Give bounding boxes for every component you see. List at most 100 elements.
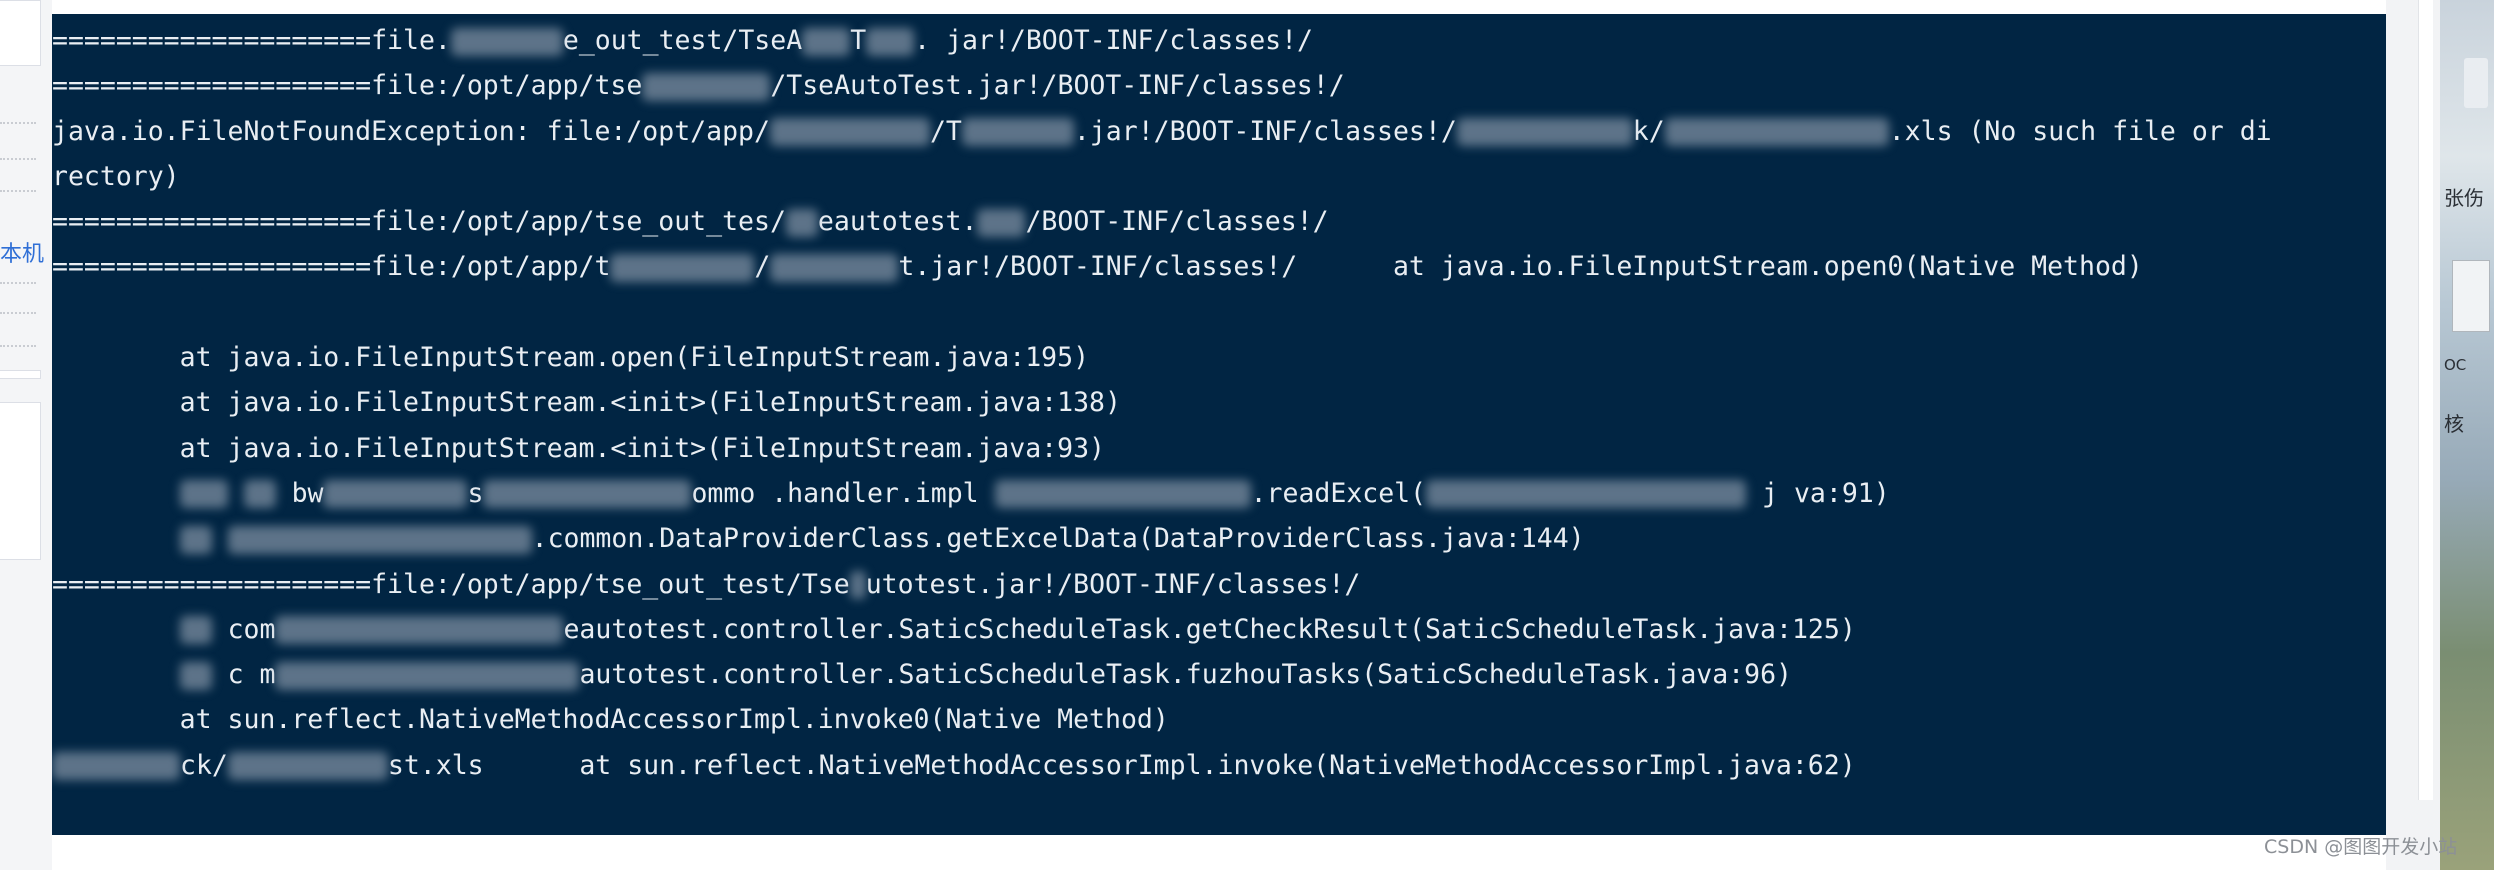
terminal-text: st.xls at sun.reflect.NativeMethodAccess…	[387, 749, 1856, 781]
terminal-text: com	[211, 613, 276, 645]
terminal-text: /BOOT-INF/classes!/	[1025, 206, 1329, 238]
redacted-text	[179, 661, 212, 690]
divider	[0, 122, 36, 124]
scrollbar[interactable]	[2418, 0, 2433, 800]
app-icon[interactable]	[2464, 58, 2488, 108]
redacted-text	[994, 480, 1251, 509]
terminal-text: j va:91)	[1746, 477, 1890, 509]
terminal-text: .jar!/BOOT-INF/classes!/	[1073, 115, 1457, 147]
terminal-line: .common.DataProviderClass.getExcelData(D…	[52, 516, 2386, 561]
divider	[0, 282, 36, 284]
terminal-text: ommo .handler.impl	[691, 477, 995, 509]
redacted-text	[1456, 118, 1633, 147]
redacted-text	[179, 480, 228, 509]
terminal-text: utotest.jar!/BOOT-INF/classes!/	[865, 568, 1361, 600]
right-label-3: 核	[2444, 412, 2464, 436]
terminal-line: bw s ommo .handler.impl .readExcel( j va:9…	[52, 471, 2386, 516]
terminal-text: ====================file:/opt/app/tse	[52, 70, 643, 102]
terminal-line: ====================file:/opt/app/tse_ou…	[52, 199, 2386, 244]
sidebar-panel-middle	[0, 370, 41, 379]
terminal-text: ====================file:/opt/app/tse_ou…	[52, 568, 850, 600]
terminal-line: at java.io.FileInputStream.open(FileInpu…	[52, 335, 2386, 380]
terminal-text: /TseAutoTest.jar!/BOOT-INF/classes!/	[770, 70, 1345, 102]
right-label-1: 张伤	[2444, 186, 2484, 210]
sidebar-panel-top	[0, 0, 41, 66]
terminal-text: at java.io.FileInputStream.<init>(FileIn…	[52, 387, 1121, 419]
redacted-text	[275, 661, 580, 690]
sidebar-label[interactable]: 本机	[0, 236, 44, 268]
terminal-output[interactable]: ====================file. e_out_test/TseA…	[52, 14, 2386, 835]
redacted-text	[483, 480, 692, 509]
terminal-text: bw	[275, 477, 324, 509]
terminal-text: e_out_test/TseA	[562, 25, 803, 56]
terminal-line: ====================file:/opt/app/tse_ou…	[52, 562, 2386, 607]
redacted-text	[866, 27, 915, 56]
redacted-text	[227, 525, 532, 554]
terminal-text: at sun.reflect.NativeMethodAccessorImpl.…	[52, 704, 1169, 736]
terminal-text: t.jar!/BOOT-INF/classes!/ at java.io.Fil…	[898, 251, 2143, 283]
redacted-text	[610, 253, 755, 282]
terminal-text: /T	[929, 115, 962, 147]
redacted-text	[642, 72, 771, 101]
terminal-text: ====================file.	[52, 25, 451, 56]
terminal-text: /	[754, 251, 771, 283]
divider	[0, 312, 36, 314]
divider	[0, 345, 36, 347]
terminal-text: ====================file:/opt/app/tse_ou…	[52, 206, 786, 238]
terminal-text: at java.io.FileInputStream.open(FileInpu…	[52, 342, 1090, 374]
terminal-line: at java.io.FileInputStream.<init>(FileIn…	[52, 426, 2386, 471]
terminal-line: rectory)	[52, 154, 2386, 199]
redacted-text	[977, 208, 1026, 237]
terminal-line: c m autotest.controller.SaticScheduleTask…	[52, 652, 2386, 697]
terminal-line: ====================file:/opt/app/tse/Ts…	[52, 63, 2386, 108]
terminal-text: ====================file:/opt/app/t	[52, 251, 611, 283]
redacted-text	[785, 208, 818, 237]
terminal-text: . jar!/BOOT-INF/classes!/	[914, 25, 1314, 56]
redacted-text	[1664, 118, 1889, 147]
terminal-line: java.io.FileNotFoundException: file:/opt…	[52, 109, 2386, 154]
right-label-2: OC	[2444, 356, 2467, 374]
sidebar-panel-bottom	[0, 402, 41, 560]
document-icon[interactable]	[2452, 260, 2490, 332]
terminal-text: k/	[1632, 115, 1665, 147]
terminal-text: .xls (No such file or di	[1888, 115, 2272, 147]
redacted-text	[770, 253, 899, 282]
desktop-background: 张伤 OC 核	[2440, 0, 2494, 870]
host-window-edge	[2386, 0, 2440, 870]
terminal-text: eautotest.controller.SaticScheduleTask.g…	[563, 613, 1856, 645]
terminal-text: eautotest.	[817, 206, 978, 238]
terminal-text: ck/	[180, 749, 228, 781]
terminal-text: autotest.controller.SaticScheduleTask.fu…	[579, 659, 1792, 691]
terminal-line: at java.io.FileInputStream.<init>(FileIn…	[52, 380, 2386, 425]
redacted-text	[275, 616, 564, 645]
terminal-line: com eautotest.controller.SaticScheduleTas…	[52, 607, 2386, 652]
redacted-text	[450, 27, 563, 56]
terminal-line: at sun.reflect.NativeMethodAccessorImpl.…	[52, 697, 2386, 742]
redacted-text	[179, 616, 212, 645]
terminal-text: s	[467, 477, 484, 509]
terminal-text: .readExcel(	[1250, 477, 1427, 509]
terminal-text: T	[850, 25, 867, 56]
terminal-text: rectory)	[52, 160, 180, 192]
redacted-text	[849, 571, 866, 600]
redacted-text	[1426, 480, 1747, 509]
divider	[0, 190, 36, 192]
terminal-line: ====================file:/opt/app/t / t.ja…	[52, 244, 2386, 289]
terminal-text: java.io.FileNotFoundException: file:/opt…	[52, 115, 770, 147]
redacted-text	[323, 480, 468, 509]
terminal-line: ck/st.xls at sun.reflect.NativeMethodAcc…	[52, 743, 2386, 788]
terminal-text: at java.io.FileInputStream.<init>(FileIn…	[52, 432, 1105, 464]
redacted-text	[769, 118, 930, 147]
redacted-text	[227, 752, 388, 781]
csdn-watermark: CSDN @图图开发小站	[2264, 836, 2458, 858]
terminal-text: c m	[211, 659, 276, 691]
redacted-text	[52, 752, 180, 781]
redacted-text	[802, 27, 851, 56]
